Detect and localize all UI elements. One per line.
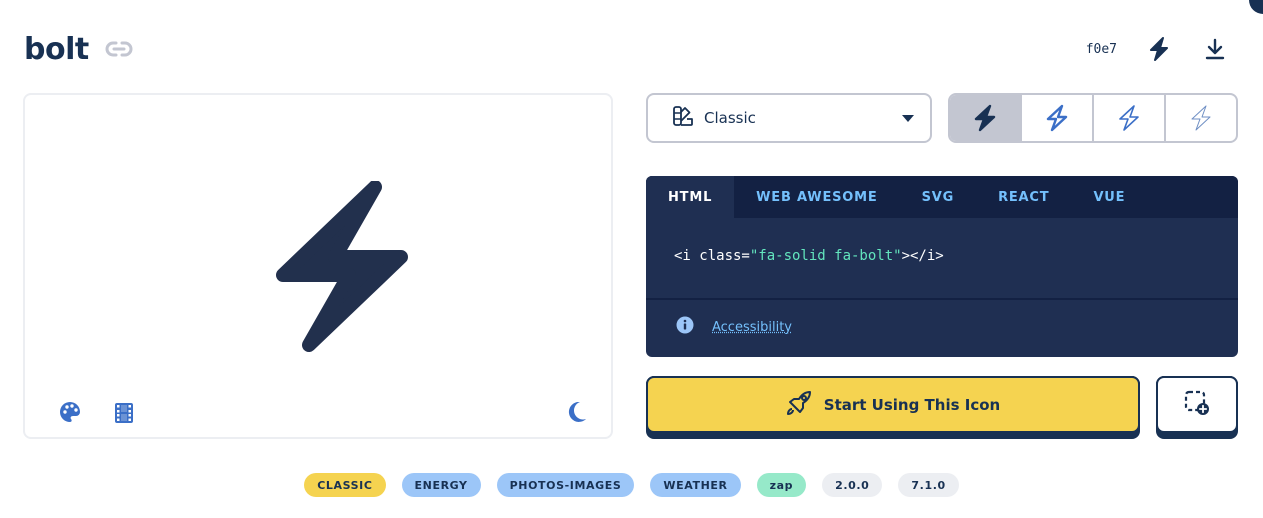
- code-panel: HTML WEB AWESOME SVG REACT VUE <i class=…: [646, 176, 1238, 357]
- style-select-label: Classic: [704, 109, 756, 127]
- code-divider: [646, 298, 1238, 300]
- variant-regular[interactable]: [1022, 95, 1094, 141]
- rocket-icon: [786, 390, 812, 420]
- bolt-icon[interactable]: [1145, 35, 1173, 63]
- tag-version-updated[interactable]: 7.1.0: [898, 473, 959, 497]
- download-icon[interactable]: [1201, 35, 1229, 63]
- tab-svg[interactable]: SVG: [900, 176, 977, 218]
- accessibility-link[interactable]: Accessibility: [712, 320, 792, 335]
- tag-weather[interactable]: WEATHER: [650, 473, 741, 497]
- title-row: bolt: [24, 30, 133, 68]
- page-title: bolt: [24, 31, 89, 67]
- tag-classic[interactable]: CLASSIC: [304, 473, 386, 497]
- swatchbook-icon: [672, 105, 694, 131]
- tab-vue[interactable]: VUE: [1071, 176, 1147, 218]
- variant-solid[interactable]: [950, 95, 1022, 141]
- tag-photos-images[interactable]: PHOTOS-IMAGES: [496, 473, 635, 497]
- corner-badge[interactable]: [1249, 0, 1263, 14]
- bolt-regular-icon: [1046, 104, 1068, 132]
- tag-energy[interactable]: ENERGY: [401, 473, 481, 497]
- unicode-value[interactable]: f0e7: [1086, 42, 1117, 57]
- bolt-preview-icon: [271, 180, 415, 357]
- tab-web-awesome[interactable]: WEB AWESOME: [734, 176, 899, 218]
- bolt-thin-icon: [1191, 105, 1211, 131]
- start-using-button[interactable]: Start Using This Icon: [646, 376, 1140, 439]
- icon-preview: [23, 93, 613, 439]
- start-using-button-face: Start Using This Icon: [646, 376, 1140, 433]
- tag-zap[interactable]: zap: [756, 473, 807, 497]
- square-dashed-plus-icon: [1184, 390, 1210, 420]
- code-suffix: ></i>: [901, 248, 944, 264]
- code-snippet[interactable]: <i class="fa-solid fa-bolt"></i>: [674, 248, 944, 264]
- add-to-kit-button[interactable]: [1156, 376, 1238, 439]
- bolt-light-icon: [1119, 105, 1139, 131]
- tab-react[interactable]: REACT: [976, 176, 1071, 218]
- variant-light[interactable]: [1094, 95, 1166, 141]
- accessibility-row: Accessibility: [676, 316, 792, 338]
- info-icon: [676, 316, 694, 338]
- link-icon[interactable]: [105, 39, 133, 59]
- variant-thin[interactable]: [1166, 95, 1236, 141]
- chevron-down-icon: [902, 114, 914, 122]
- tag-version-created[interactable]: 2.0.0: [822, 473, 883, 497]
- code-tabs: HTML WEB AWESOME SVG REACT VUE: [646, 176, 1238, 218]
- style-select[interactable]: Classic: [646, 93, 932, 143]
- add-to-kit-button-face: [1156, 376, 1238, 433]
- variant-switcher: [948, 93, 1238, 143]
- code-class-value: "fa-solid fa-bolt": [749, 248, 902, 264]
- tag-list: CLASSIC ENERGY PHOTOS-IMAGES WEATHER zap…: [0, 473, 1263, 497]
- bolt-solid-icon: [974, 104, 996, 132]
- top-actions: f0e7: [1086, 34, 1229, 64]
- film-icon[interactable]: [115, 403, 133, 423]
- moon-icon[interactable]: [567, 401, 587, 423]
- start-using-button-label: Start Using This Icon: [823, 395, 1001, 414]
- palette-icon[interactable]: [59, 401, 81, 423]
- tab-html[interactable]: HTML: [646, 176, 735, 218]
- code-prefix: <i class=: [674, 248, 750, 264]
